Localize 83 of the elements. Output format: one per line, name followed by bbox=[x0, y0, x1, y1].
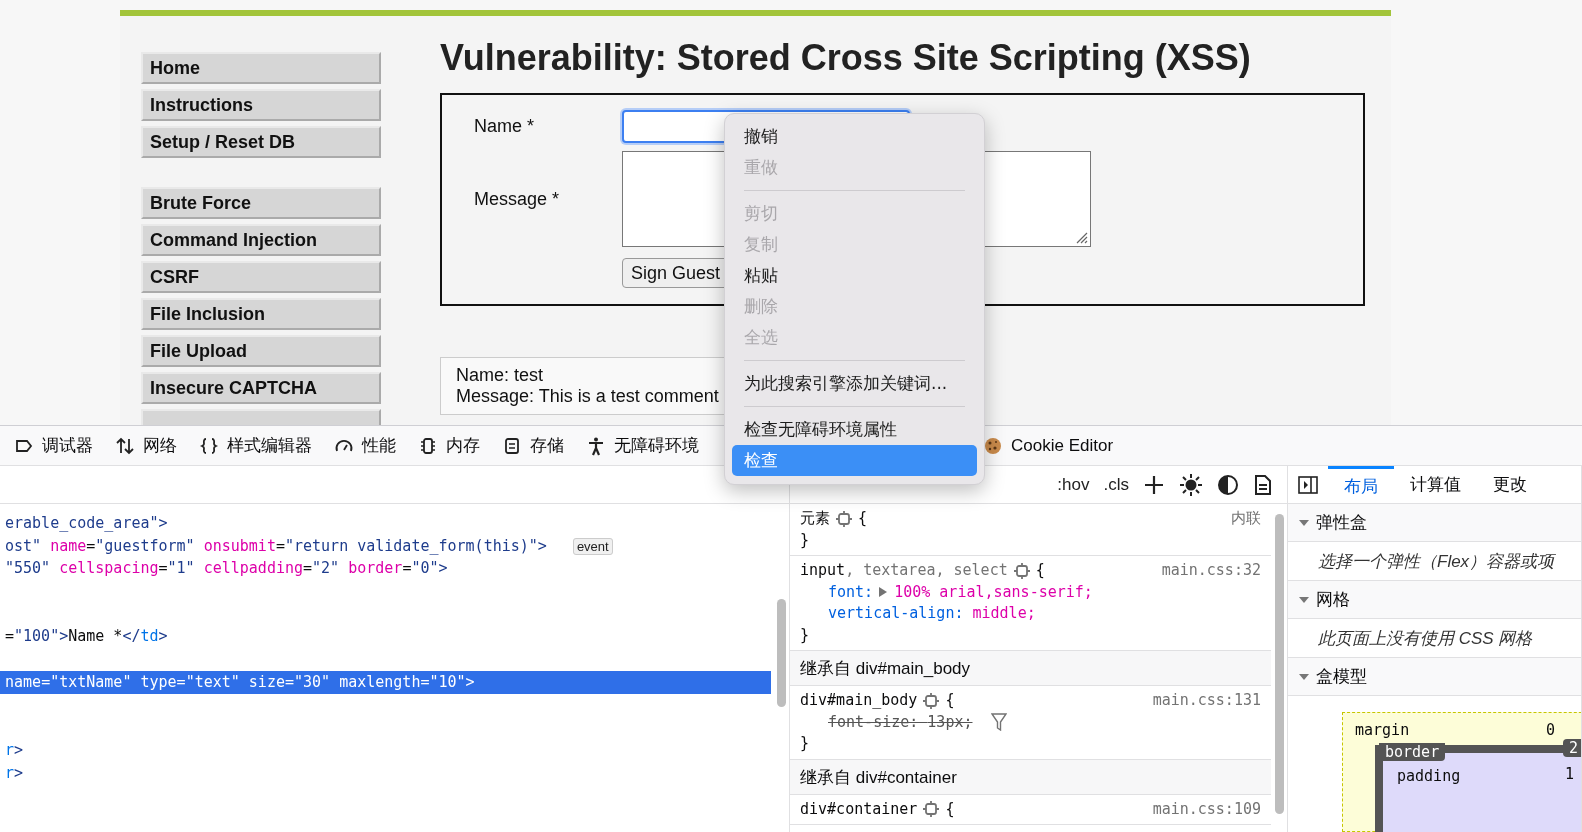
css-selector: 元素 bbox=[800, 508, 830, 529]
sun-icon[interactable] bbox=[1179, 472, 1203, 497]
chip-icon bbox=[418, 435, 438, 456]
collapse-triangle-icon bbox=[1298, 517, 1310, 528]
gear-icon[interactable] bbox=[836, 510, 852, 527]
brace: } bbox=[800, 734, 810, 752]
devtools-tab[interactable]: 存储 bbox=[502, 426, 564, 465]
menu-item[interactable]: Instructions bbox=[141, 89, 381, 121]
css-selector: div#container bbox=[800, 798, 918, 820]
css-value: 100% arial,sans-serif; bbox=[894, 581, 1093, 603]
pseudo-class-toggle[interactable]: .cls bbox=[1103, 474, 1129, 495]
brace: { bbox=[858, 508, 868, 529]
source-link[interactable]: 内联 bbox=[1231, 508, 1261, 530]
pseudo-class-toggle[interactable]: :hov bbox=[1057, 474, 1090, 495]
source-link[interactable]: main.css:32 bbox=[1161, 560, 1261, 582]
code-line[interactable]: r> bbox=[0, 761, 771, 785]
css-selector: input, textarea, select bbox=[800, 560, 1008, 581]
sidebar-toggle-icon[interactable] bbox=[1298, 474, 1318, 495]
field-label: Message * bbox=[474, 188, 561, 210]
menu-item[interactable]: 粘贴 bbox=[732, 260, 977, 291]
person-icon bbox=[586, 435, 606, 456]
brace: { bbox=[945, 690, 955, 711]
sidebar-tab[interactable]: 更改 bbox=[1477, 466, 1543, 503]
source-link[interactable]: main.css:131 bbox=[1152, 690, 1261, 712]
inherited-header: 继承自 div#container bbox=[790, 759, 1271, 795]
css-declaration[interactable]: font: bbox=[828, 581, 883, 603]
cookie-icon bbox=[983, 435, 1003, 456]
menu-item[interactable]: 撤销 bbox=[732, 121, 977, 152]
expand-triangle-icon[interactable] bbox=[878, 586, 889, 599]
up-down-arrows-icon bbox=[115, 435, 135, 456]
code-line[interactable]: ost" name="guestform" onsubmit="return validate_form(this)"> bbox=[5, 536, 547, 555]
section-header[interactable]: 弹性盒 bbox=[1288, 504, 1581, 542]
code-line[interactable]: "550" cellspacing="1" cellpadding="2" border="0"> bbox=[0, 557, 771, 581]
inherited-header: 继承自 div#main_body bbox=[790, 651, 1271, 686]
menu-item[interactable]: Insecure CAPTCHA bbox=[141, 372, 381, 404]
box-model-drawing: margin 0 border 2 padding 1 bbox=[1342, 712, 1581, 832]
menu-item[interactable]: Setup / Reset DB bbox=[141, 126, 381, 158]
css-selector: div#main_body bbox=[800, 690, 918, 711]
braces-icon bbox=[199, 435, 219, 456]
gear-icon[interactable] bbox=[923, 692, 940, 709]
contrast-icon[interactable] bbox=[1217, 473, 1239, 496]
menu-item[interactable]: 为此搜索引擎添加关键词... bbox=[732, 368, 977, 399]
section-header[interactable]: 网格 bbox=[1288, 581, 1581, 619]
brace: } bbox=[800, 625, 810, 644]
devtools-tab[interactable]: 网络 bbox=[115, 426, 177, 465]
document-icon[interactable] bbox=[1253, 473, 1273, 496]
storage-icon bbox=[502, 435, 522, 456]
gear-icon[interactable] bbox=[1013, 562, 1030, 579]
code-line[interactable]: ="100">Name *</td> bbox=[0, 625, 771, 649]
collapse-triangle-icon bbox=[1298, 594, 1310, 605]
menu-item[interactable]: 检查无障碍环境属性 bbox=[732, 414, 977, 445]
menu-item[interactable]: Brute Force bbox=[141, 187, 381, 219]
code-line[interactable]: erable_code_area"> bbox=[0, 512, 771, 535]
devtools-tab[interactable]: Cookie Editor bbox=[983, 426, 1114, 465]
devtools-tab[interactable]: 内存 bbox=[418, 426, 480, 465]
entry-text: Name: test bbox=[456, 365, 544, 386]
resize-grip-icon bbox=[1074, 230, 1088, 244]
source-link[interactable]: main.css:109 bbox=[1152, 798, 1261, 820]
menu-item[interactable]: File Inclusion bbox=[141, 298, 381, 330]
menu-item[interactable]: File Upload bbox=[141, 335, 381, 367]
filter-icon[interactable] bbox=[990, 713, 1007, 732]
brace: } bbox=[800, 530, 810, 549]
brace: { bbox=[1035, 560, 1045, 581]
css-declaration[interactable]: font-size: 13px; bbox=[828, 711, 973, 733]
gear-icon[interactable] bbox=[923, 801, 940, 818]
menu-item[interactable]: Home bbox=[141, 52, 381, 84]
sidebar-tab[interactable]: 计算值 bbox=[1394, 466, 1477, 503]
event-badge[interactable]: event bbox=[572, 537, 613, 555]
page-title: Vulnerability: Stored Cross Site Scripting (XSS) bbox=[440, 38, 1252, 78]
css-declaration[interactable]: vertical-align: middle; bbox=[828, 603, 1036, 625]
devtools-tab[interactable]: 无障碍环境 bbox=[586, 426, 699, 465]
collapse-triangle-icon bbox=[1298, 671, 1310, 682]
devtools-tab[interactable]: 调试器 bbox=[14, 426, 93, 465]
code-line[interactable]: r> bbox=[0, 738, 771, 762]
devtools-tab[interactable]: 性能 bbox=[334, 426, 396, 465]
devtools-tab[interactable]: 样式编辑器 bbox=[199, 426, 312, 465]
section-header[interactable]: 盒模型 bbox=[1288, 658, 1581, 696]
menu-item[interactable]: CSRF bbox=[141, 261, 381, 293]
entry-text: Message: This is a test comment bbox=[456, 386, 719, 407]
plus-icon[interactable] bbox=[1143, 473, 1165, 496]
menu-item[interactable]: Command Injection bbox=[141, 224, 381, 256]
brace: { bbox=[945, 798, 955, 820]
field-label: Name * bbox=[474, 116, 536, 137]
